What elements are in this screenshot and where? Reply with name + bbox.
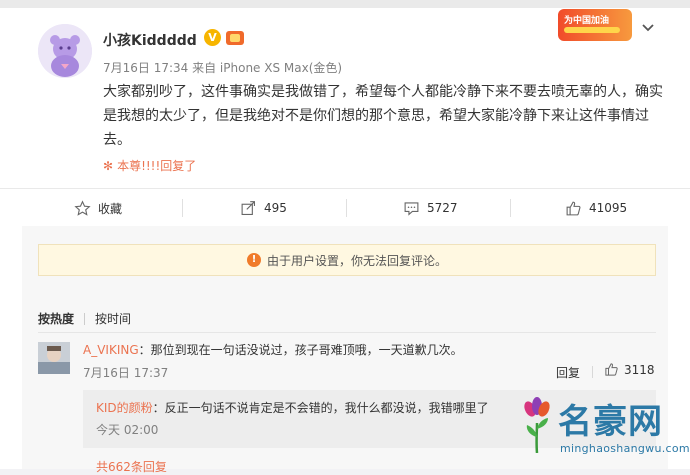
- comment-icon: [404, 201, 419, 216]
- sub-reply-body: ：反正一句话不说肯定是不会错的，我什么都没说，我错哪里了: [152, 401, 489, 415]
- post-text: 大家都别吵了，这件事确实是我做错了，希望每个人都能冷静下来不要去喷无辜的人，确实…: [103, 84, 663, 148]
- avatar[interactable]: [38, 24, 92, 78]
- watermark-url: minghaoshangwu.com: [560, 442, 690, 455]
- sub-reply-username[interactable]: KID的颜粉: [96, 401, 153, 415]
- top-strip: [0, 0, 690, 8]
- chevron-down-icon[interactable]: [638, 18, 658, 38]
- action-separator: [510, 199, 511, 217]
- comment-sort-bar: 按热度 按时间: [38, 310, 131, 327]
- comments-divider: [38, 332, 656, 333]
- warning-icon: !: [246, 253, 261, 267]
- thumbs-up-icon: [605, 363, 618, 376]
- repost-count: 495: [264, 201, 287, 215]
- sort-by-hot[interactable]: 按热度: [38, 310, 74, 327]
- comment-username[interactable]: A_VIKING: [83, 343, 139, 357]
- sort-separator: [84, 312, 86, 325]
- comment-action-separator: [592, 366, 593, 378]
- reply-note[interactable]: ✻ 本尊!!!!回复了: [103, 157, 196, 174]
- sort-by-time[interactable]: 按时间: [95, 310, 131, 327]
- flower-icon: ✻: [103, 159, 114, 173]
- comment-body: ：那位到现在一句话没说过，孩子哥难顶哦，一天道歉几次。: [138, 343, 463, 357]
- like-button[interactable]: 41095: [565, 189, 627, 227]
- level-badge-icon: [226, 31, 244, 45]
- sub-reply-text: KID的颜粉：反正一句话不说肯定是不会错的，我什么都没说，我错哪里了: [96, 399, 489, 416]
- repost-icon: [241, 200, 256, 215]
- action-separator: [182, 199, 183, 217]
- comment-text: A_VIKING：那位到现在一句话没说过，孩子哥难顶哦，一天道歉几次。: [83, 341, 463, 358]
- action-bar: 收藏 495 5727 41095: [0, 188, 690, 226]
- comment-button[interactable]: 5727: [403, 189, 458, 227]
- bear-avatar-icon: [38, 24, 92, 78]
- post-meta: 7月16日 17:34 来自 iPhone XS Max(金色): [103, 61, 343, 75]
- thumbs-up-icon: [566, 201, 581, 215]
- comment-count: 5727: [427, 201, 458, 215]
- star-icon: [74, 199, 91, 216]
- like-count: 41095: [589, 201, 628, 215]
- action-separator: [346, 199, 347, 217]
- promo-badge: 为中国加油: [558, 9, 632, 41]
- comment-time: 7月16日 17:37: [83, 366, 169, 380]
- comment-like-button[interactable]: 3118: [604, 362, 655, 377]
- comment-avatar[interactable]: [38, 342, 70, 374]
- favorite-button[interactable]: 收藏: [74, 189, 122, 227]
- favorite-label: 收藏: [98, 201, 123, 216]
- comment-like-count: 3118: [624, 362, 655, 377]
- notice-text: 由于用户设置，你无法回复评论。: [266, 253, 447, 268]
- comment-reply-button[interactable]: 回复: [556, 364, 580, 381]
- watermark-name: 名豪网: [558, 402, 663, 442]
- weibo-post-card: 小孩Kiddddd V 为中国加油 7月16日 17:34 来自 iPhone …: [0, 0, 690, 474]
- watermark: 名豪网 minghaoshangwu.com: [520, 392, 690, 467]
- watermark-flower-logo: [524, 397, 550, 453]
- post-username[interactable]: 小孩Kiddddd: [103, 30, 197, 50]
- promo-bar: [564, 27, 620, 33]
- repost-button[interactable]: 495: [240, 189, 287, 227]
- verified-icon: V: [204, 29, 221, 46]
- comment-avatar-image: [38, 342, 70, 374]
- reply-restricted-notice: ! 由于用户设置，你无法回复评论。: [38, 244, 656, 276]
- sub-reply-time: 今天 02:00: [96, 423, 159, 437]
- more-replies-link[interactable]: 共662条回复: [96, 458, 167, 475]
- reply-note-text: 本尊!!!!回复了: [117, 159, 197, 173]
- promo-text: 为中国加油: [564, 16, 610, 26]
